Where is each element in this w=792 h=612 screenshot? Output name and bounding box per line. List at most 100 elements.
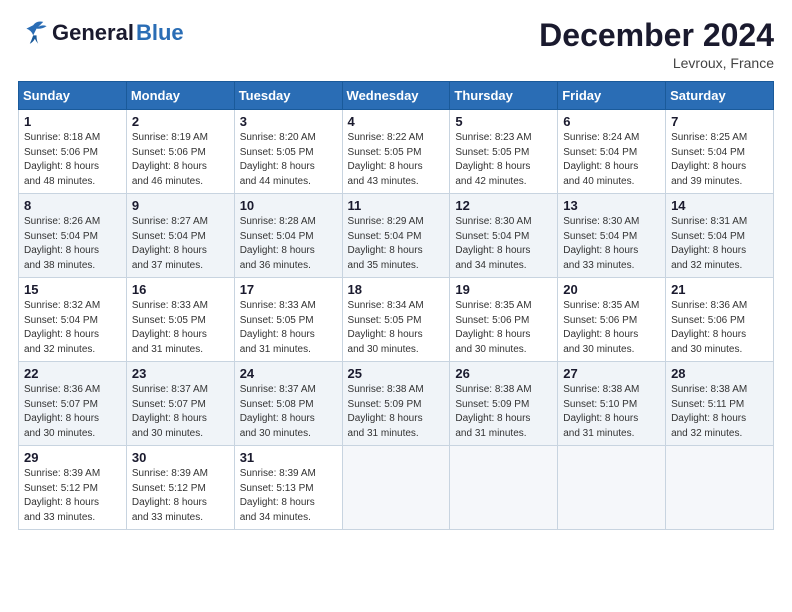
day-info: Sunrise: 8:18 AM Sunset: 5:06 PM Dayligh… bbox=[24, 131, 121, 189]
day-number: 12 bbox=[455, 198, 552, 213]
day-info: Sunrise: 8:30 AM Sunset: 5:04 PM Dayligh… bbox=[455, 215, 552, 273]
day-info: Sunrise: 8:32 AM Sunset: 5:04 PM Dayligh… bbox=[24, 299, 121, 357]
day-info: Sunrise: 8:33 AM Sunset: 5:05 PM Dayligh… bbox=[240, 299, 337, 357]
table-row: 6Sunrise: 8:24 AM Sunset: 5:04 PM Daylig… bbox=[558, 110, 666, 194]
day-info: Sunrise: 8:38 AM Sunset: 5:11 PM Dayligh… bbox=[671, 383, 768, 441]
day-number: 27 bbox=[563, 366, 660, 381]
table-row: 22Sunrise: 8:36 AM Sunset: 5:07 PM Dayli… bbox=[19, 362, 127, 446]
table-row: 30 Sunrise: 8:39 AM Sunset: 5:12 PM Dayli… bbox=[126, 446, 234, 530]
calendar-week-row: 15 Sunrise: 8:32 AM Sunset: 5:04 PM Dayli… bbox=[19, 278, 774, 362]
header-saturday: Saturday bbox=[666, 82, 774, 110]
header-monday: Monday bbox=[126, 82, 234, 110]
day-number: 25 bbox=[348, 366, 445, 381]
table-row: 25 Sunrise: 8:38 AM Sunset: 5:09 PM Dayli… bbox=[342, 362, 450, 446]
calendar-week-row: 22Sunrise: 8:36 AM Sunset: 5:07 PM Dayli… bbox=[19, 362, 774, 446]
table-row: 19 Sunrise: 8:35 AM Sunset: 5:06 PM Dayli… bbox=[450, 278, 558, 362]
day-number: 19 bbox=[455, 282, 552, 297]
day-number: 13 bbox=[563, 198, 660, 213]
calendar-week-row: 1Sunrise: 8:18 AM Sunset: 5:06 PM Daylig… bbox=[19, 110, 774, 194]
table-row: 27Sunrise: 8:38 AM Sunset: 5:10 PM Dayli… bbox=[558, 362, 666, 446]
location: Levroux, France bbox=[539, 55, 774, 71]
day-info: Sunrise: 8:28 AM Sunset: 5:04 PM Dayligh… bbox=[240, 215, 337, 273]
calendar: Sunday Monday Tuesday Wednesday Thursday… bbox=[18, 81, 774, 530]
page: GeneralBlue December 2024 Levroux, Franc… bbox=[0, 0, 792, 612]
day-number: 22 bbox=[24, 366, 121, 381]
day-number: 28 bbox=[671, 366, 768, 381]
day-info: Sunrise: 8:22 AM Sunset: 5:05 PM Dayligh… bbox=[348, 131, 445, 189]
table-row: 28 Sunrise: 8:38 AM Sunset: 5:11 PM Dayli… bbox=[666, 362, 774, 446]
day-number: 31 bbox=[240, 450, 337, 465]
header-wednesday: Wednesday bbox=[342, 82, 450, 110]
day-number: 16 bbox=[132, 282, 229, 297]
table-row: 9Sunrise: 8:27 AM Sunset: 5:04 PM Daylig… bbox=[126, 194, 234, 278]
day-info: Sunrise: 8:38 AM Sunset: 5:09 PM Dayligh… bbox=[348, 383, 445, 441]
day-number: 14 bbox=[671, 198, 768, 213]
day-info: Sunrise: 8:38 AM Sunset: 5:09 PM Dayligh… bbox=[455, 383, 552, 441]
header-tuesday: Tuesday bbox=[234, 82, 342, 110]
day-info: Sunrise: 8:27 AM Sunset: 5:04 PM Dayligh… bbox=[132, 215, 229, 273]
table-row: 26 Sunrise: 8:38 AM Sunset: 5:09 PM Dayli… bbox=[450, 362, 558, 446]
day-info: Sunrise: 8:35 AM Sunset: 5:06 PM Dayligh… bbox=[563, 299, 660, 357]
day-info: Sunrise: 8:35 AM Sunset: 5:06 PM Dayligh… bbox=[455, 299, 552, 357]
day-number: 15 bbox=[24, 282, 121, 297]
table-row: 17Sunrise: 8:33 AM Sunset: 5:05 PM Dayli… bbox=[234, 278, 342, 362]
day-number: 10 bbox=[240, 198, 337, 213]
day-number: 30 bbox=[132, 450, 229, 465]
day-number: 2 bbox=[132, 114, 229, 129]
day-info: Sunrise: 8:29 AM Sunset: 5:04 PM Dayligh… bbox=[348, 215, 445, 273]
day-info: Sunrise: 8:37 AM Sunset: 5:07 PM Dayligh… bbox=[132, 383, 229, 441]
day-number: 5 bbox=[455, 114, 552, 129]
header-friday: Friday bbox=[558, 82, 666, 110]
day-number: 18 bbox=[348, 282, 445, 297]
table-row bbox=[342, 446, 450, 530]
day-number: 29 bbox=[24, 450, 121, 465]
day-info: Sunrise: 8:36 AM Sunset: 5:06 PM Dayligh… bbox=[671, 299, 768, 357]
day-info: Sunrise: 8:39 AM Sunset: 5:12 PM Dayligh… bbox=[132, 467, 229, 525]
day-number: 20 bbox=[563, 282, 660, 297]
table-row bbox=[450, 446, 558, 530]
table-row: 3 Sunrise: 8:20 AM Sunset: 5:05 PM Daylig… bbox=[234, 110, 342, 194]
logo-bird-icon bbox=[18, 18, 50, 46]
table-row: 21 Sunrise: 8:36 AM Sunset: 5:06 PM Dayli… bbox=[666, 278, 774, 362]
table-row: 15 Sunrise: 8:32 AM Sunset: 5:04 PM Dayli… bbox=[19, 278, 127, 362]
day-info: Sunrise: 8:20 AM Sunset: 5:05 PM Dayligh… bbox=[240, 131, 337, 189]
table-row: 5 Sunrise: 8:23 AM Sunset: 5:05 PM Daylig… bbox=[450, 110, 558, 194]
calendar-week-row: 29 Sunrise: 8:39 AM Sunset: 5:12 PM Dayli… bbox=[19, 446, 774, 530]
header-sunday: Sunday bbox=[19, 82, 127, 110]
day-number: 24 bbox=[240, 366, 337, 381]
table-row: 13 Sunrise: 8:30 AM Sunset: 5:04 PM Dayli… bbox=[558, 194, 666, 278]
day-info: Sunrise: 8:31 AM Sunset: 5:04 PM Dayligh… bbox=[671, 215, 768, 273]
day-number: 6 bbox=[563, 114, 660, 129]
table-row: 14 Sunrise: 8:31 AM Sunset: 5:04 PM Dayli… bbox=[666, 194, 774, 278]
calendar-header-row: Sunday Monday Tuesday Wednesday Thursday… bbox=[19, 82, 774, 110]
day-info: Sunrise: 8:19 AM Sunset: 5:06 PM Dayligh… bbox=[132, 131, 229, 189]
day-info: Sunrise: 8:30 AM Sunset: 5:04 PM Dayligh… bbox=[563, 215, 660, 273]
day-number: 21 bbox=[671, 282, 768, 297]
table-row: 11Sunrise: 8:29 AM Sunset: 5:04 PM Dayli… bbox=[342, 194, 450, 278]
table-row: 4 Sunrise: 8:22 AM Sunset: 5:05 PM Daylig… bbox=[342, 110, 450, 194]
logo-blue-text: Blue bbox=[136, 20, 184, 46]
table-row: 10 Sunrise: 8:28 AM Sunset: 5:04 PM Dayli… bbox=[234, 194, 342, 278]
day-info: Sunrise: 8:25 AM Sunset: 5:04 PM Dayligh… bbox=[671, 131, 768, 189]
table-row: 23 Sunrise: 8:37 AM Sunset: 5:07 PM Dayli… bbox=[126, 362, 234, 446]
table-row: 18 Sunrise: 8:34 AM Sunset: 5:05 PM Dayli… bbox=[342, 278, 450, 362]
table-row: 31Sunrise: 8:39 AM Sunset: 5:13 PM Dayli… bbox=[234, 446, 342, 530]
day-info: Sunrise: 8:26 AM Sunset: 5:04 PM Dayligh… bbox=[24, 215, 121, 273]
day-number: 3 bbox=[240, 114, 337, 129]
day-info: Sunrise: 8:39 AM Sunset: 5:12 PM Dayligh… bbox=[24, 467, 121, 525]
day-number: 23 bbox=[132, 366, 229, 381]
day-number: 26 bbox=[455, 366, 552, 381]
table-row: 16 Sunrise: 8:33 AM Sunset: 5:05 PM Dayli… bbox=[126, 278, 234, 362]
table-row: 29 Sunrise: 8:39 AM Sunset: 5:12 PM Dayli… bbox=[19, 446, 127, 530]
header: GeneralBlue December 2024 Levroux, Franc… bbox=[18, 18, 774, 71]
table-row: 1Sunrise: 8:18 AM Sunset: 5:06 PM Daylig… bbox=[19, 110, 127, 194]
day-number: 4 bbox=[348, 114, 445, 129]
day-info: Sunrise: 8:33 AM Sunset: 5:05 PM Dayligh… bbox=[132, 299, 229, 357]
table-row: 7Sunrise: 8:25 AM Sunset: 5:04 PM Daylig… bbox=[666, 110, 774, 194]
table-row: 12 Sunrise: 8:30 AM Sunset: 5:04 PM Dayli… bbox=[450, 194, 558, 278]
day-info: Sunrise: 8:23 AM Sunset: 5:05 PM Dayligh… bbox=[455, 131, 552, 189]
day-info: Sunrise: 8:34 AM Sunset: 5:05 PM Dayligh… bbox=[348, 299, 445, 357]
logo-general-text: General bbox=[52, 20, 134, 46]
table-row: 20 Sunrise: 8:35 AM Sunset: 5:06 PM Dayli… bbox=[558, 278, 666, 362]
table-row bbox=[666, 446, 774, 530]
